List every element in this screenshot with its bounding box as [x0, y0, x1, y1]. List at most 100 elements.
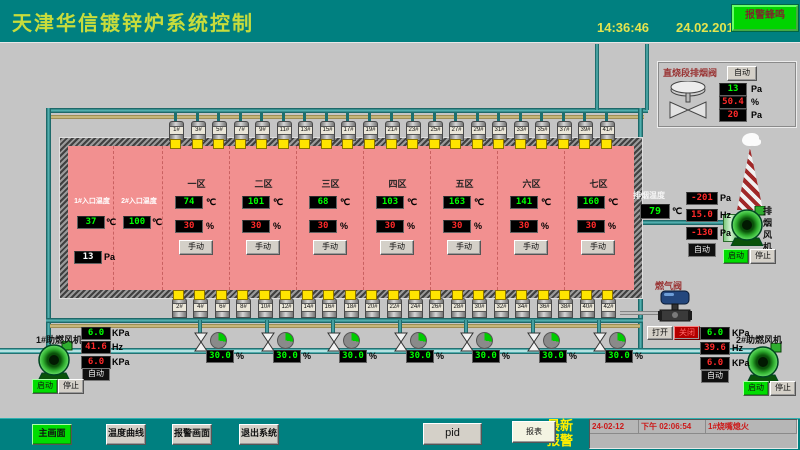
zone-mode-button[interactable]: 手动 — [514, 240, 548, 255]
burner-label: 4# — [194, 303, 207, 312]
zone-mode-button[interactable]: 手动 — [313, 240, 347, 255]
exhaust-auto-button[interactable]: 自动 — [688, 243, 716, 257]
zone-temp-display: 163 — [443, 196, 471, 209]
burner-port — [299, 139, 310, 149]
exhaust-value-unit: Pa — [720, 228, 731, 238]
furnace-pressure-display: 13 — [74, 251, 102, 264]
nav-button-1[interactable]: 主画面 — [32, 424, 72, 445]
zone-mode-button[interactable]: 手动 — [581, 240, 615, 255]
burner-bottom: 14# — [301, 298, 316, 318]
zone-mode-button[interactable]: 手动 — [447, 240, 481, 255]
alarm-buzzer-button[interactable]: 报警蜂鸣 — [732, 5, 798, 31]
burner-label: 29# — [472, 126, 485, 135]
exhaust-fan-start-button[interactable]: 启动 — [723, 249, 749, 264]
blower1-label: 1#助燃风机 — [36, 333, 82, 346]
burner-label: 24# — [409, 303, 422, 312]
zone-temp-display: 103 — [376, 196, 404, 209]
nav-button-2[interactable]: 温度曲线 — [106, 424, 146, 445]
zone-mode-button[interactable]: 手动 — [246, 240, 280, 255]
burner-label: 13# — [299, 126, 312, 135]
burner-label: 15# — [321, 126, 334, 135]
burner-label: 23# — [407, 126, 420, 135]
alarm-time: 下午 02:06:54 — [639, 420, 706, 433]
blower1-value-display: 6.0 — [81, 327, 111, 340]
burner-label: 3# — [192, 126, 205, 135]
burner-label: 41# — [601, 126, 614, 135]
burner-label: 26# — [430, 303, 443, 312]
burner-port — [278, 139, 289, 149]
zone-valve-5: 30.0% — [459, 331, 521, 365]
burner-top: 3# — [191, 121, 206, 141]
burner-port — [173, 290, 184, 300]
blower2-value-display: 39.6 — [700, 342, 730, 355]
gas-valve-open-button[interactable]: 打开 — [647, 326, 673, 340]
zone-temp-unit: ℃ — [608, 197, 618, 208]
burner-bottom: 42# — [601, 298, 616, 318]
zone-1: 一区74℃30%手动 — [162, 146, 230, 290]
blower1-start-button[interactable]: 启动 — [32, 379, 58, 394]
burner-port — [235, 139, 246, 149]
valve-opening-unit: % — [369, 351, 377, 361]
gas-valve-icon — [658, 290, 692, 326]
zone-temp-unit: ℃ — [407, 197, 417, 208]
flue-valve-auto-button[interactable]: 自动 — [727, 66, 757, 81]
zone-name: 二区 — [230, 177, 297, 190]
burner-port — [407, 139, 418, 149]
burner-port — [581, 290, 592, 300]
alarm-list[interactable]: 24-02-12 下午 02:06:54 1#烧嘴熄火 — [589, 419, 798, 449]
burner-port — [538, 290, 549, 300]
zone-valve-7: 30.0% — [592, 331, 654, 365]
valve-opening-display: 30.0 — [406, 350, 434, 363]
burner-bottom: 32# — [494, 298, 509, 318]
blower2-start-button[interactable]: 启动 — [743, 381, 769, 396]
burner-label: 9# — [256, 126, 269, 135]
burner-port — [323, 290, 334, 300]
valve-position-pie — [609, 332, 626, 349]
valve-opening-display: 30.0 — [339, 350, 367, 363]
blower1-stop-button[interactable]: 停止 — [58, 379, 84, 394]
exhaust-fan-stop-button[interactable]: 停止 — [750, 249, 776, 264]
report-button[interactable]: 报表 — [512, 421, 556, 443]
nav-button-3[interactable]: 报警画面 — [172, 424, 212, 445]
burner-top: 27# — [449, 121, 464, 141]
blower2-stop-button[interactable]: 停止 — [770, 381, 796, 396]
zone-temp-unit: ℃ — [206, 197, 216, 208]
zone-output-display: 30 — [443, 220, 471, 233]
zone-mode-button[interactable]: 手动 — [179, 240, 213, 255]
valve-position-pie — [476, 332, 493, 349]
blower1-value-unit: KPa — [112, 357, 130, 367]
burner-port — [321, 139, 332, 149]
pid-button[interactable]: pid — [423, 423, 482, 445]
burner-label: 31# — [493, 126, 506, 135]
burner-port — [473, 290, 484, 300]
pipe — [645, 44, 649, 110]
burner-label: 27# — [450, 126, 463, 135]
burner-port — [302, 290, 313, 300]
burner-port — [388, 290, 399, 300]
burner-bottom: 10# — [258, 298, 273, 318]
burner-bottom: 28# — [451, 298, 466, 318]
burner-port — [579, 139, 590, 149]
burner-port — [345, 290, 356, 300]
burner-bottom: 26# — [429, 298, 444, 318]
zone-3: 三区68℃30%手动 — [296, 146, 364, 290]
gas-valve-close-button[interactable]: 关闭 — [674, 326, 700, 340]
clock-time: 14:36:46 — [597, 20, 649, 35]
blower1-auto-button[interactable]: 自动 — [82, 368, 110, 381]
zone-mode-button[interactable]: 手动 — [380, 240, 414, 255]
valve-opening-unit: % — [436, 351, 444, 361]
alarm-entry[interactable]: 24-02-12 下午 02:06:54 1#烧嘴熄火 — [590, 420, 797, 434]
burner-port — [429, 139, 440, 149]
alarm-date: 24-02-12 — [590, 420, 639, 433]
zone-valve-2: 30.0% — [260, 331, 322, 365]
zone-output-unit: % — [608, 221, 616, 231]
nav-button-4[interactable]: 退出系统 — [239, 424, 279, 445]
inlet2-label: 2#入口温度 — [116, 196, 162, 206]
valve-position-pie — [410, 332, 427, 349]
burner-port — [452, 290, 463, 300]
zone-output-unit: % — [340, 221, 348, 231]
exhaust-value-unit: Hz — [720, 210, 731, 220]
blower2-auto-button[interactable]: 自动 — [701, 370, 729, 383]
burner-port — [430, 290, 441, 300]
burner-top: 19# — [363, 121, 378, 141]
